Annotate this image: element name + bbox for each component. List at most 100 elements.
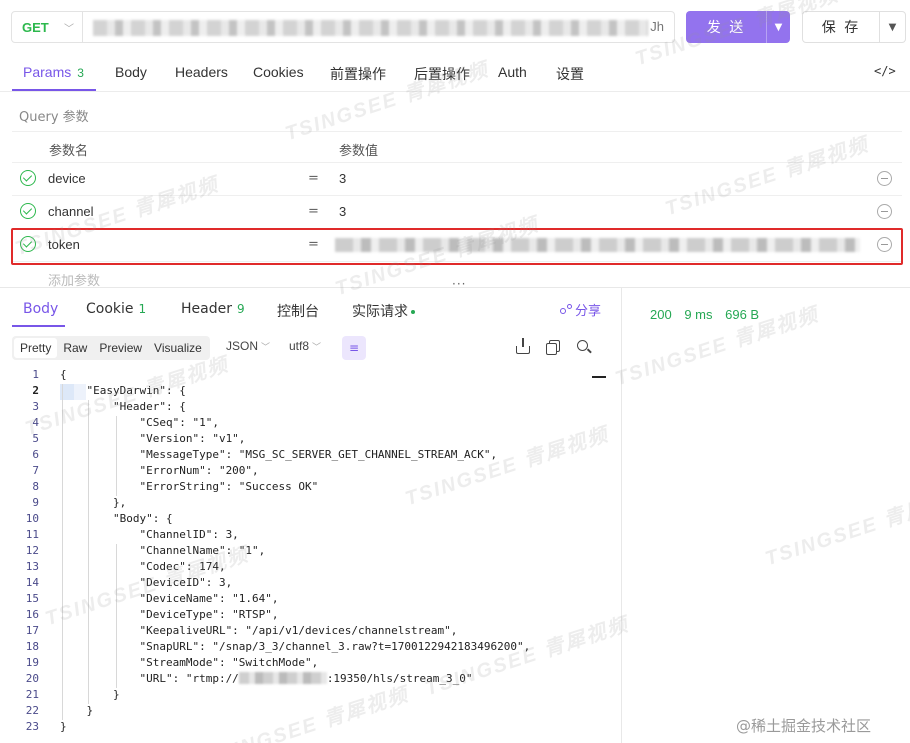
param-value[interactable]: 3: [339, 171, 346, 186]
send-dropdown-button[interactable]: ▼: [766, 11, 790, 43]
line-number: 11: [25, 528, 39, 541]
watermark: TSINGSEE 青犀视频: [762, 483, 910, 571]
format-pretty-button[interactable]: Pretty: [14, 338, 58, 358]
response-size: 696 B: [725, 307, 760, 322]
line-number: 10: [25, 512, 39, 525]
format-visualize-button[interactable]: Visualize: [148, 338, 208, 358]
tab-count: 1: [138, 302, 147, 316]
code-text: "DeviceType": "RTSP",: [60, 608, 279, 621]
params-table-header: 参数名 参数值: [12, 131, 902, 163]
scrollbar[interactable]: [592, 376, 606, 378]
share-label: 分享: [575, 304, 602, 319]
equals-sign: =: [308, 204, 319, 219]
save-dropdown-button[interactable]: ▼: [880, 11, 906, 43]
code-line: 18 "SnapURL": "/snap/3_3/channel_3.raw?t…: [0, 640, 608, 656]
resp-tab-console[interactable]: 控制台: [277, 301, 319, 321]
line-number: 14: [25, 576, 39, 589]
tab-params[interactable]: Params 3: [23, 64, 84, 80]
code-line: 3 "Header": {: [0, 400, 608, 416]
code-text: "Body": {: [60, 512, 173, 525]
response-time: 9 ms: [684, 307, 713, 322]
query-params-heading: Query 参数: [19, 110, 89, 125]
encoding-label: utf8: [289, 339, 310, 353]
code-line: 22 }: [0, 704, 608, 720]
line-number: 2: [32, 384, 39, 397]
format-raw-button[interactable]: Raw: [57, 338, 93, 358]
resp-tab-cookie[interactable]: Cookie 1: [86, 301, 146, 317]
tab-auth[interactable]: Auth: [498, 64, 527, 80]
code-text: "ChannelName": "1",: [60, 544, 266, 557]
tab-label: Cookie: [86, 301, 134, 317]
code-line: 6 "MessageType": "MSG_SC_SERVER_GET_CHAN…: [0, 448, 608, 464]
save-button[interactable]: 保 存: [802, 11, 880, 43]
resp-tab-body[interactable]: Body: [23, 301, 58, 317]
line-number: 1: [32, 368, 39, 381]
checkbox-icon[interactable]: [20, 170, 36, 186]
code-text: "URL": "rtmp://:19350/hls/stream_3_0": [60, 672, 473, 685]
line-number: 9: [32, 496, 39, 509]
tab-body[interactable]: Body: [115, 64, 147, 80]
line-number: 13: [25, 560, 39, 573]
line-number: 20: [25, 672, 39, 685]
tab-pre-operations[interactable]: 前置操作: [330, 64, 386, 84]
resp-tab-actual-request[interactable]: 实际请求: [352, 301, 415, 321]
chevron-down-icon: ﹀: [312, 342, 322, 352]
param-row-device: device = 3: [12, 163, 902, 196]
response-code-editor[interactable]: 1{2 "EasyDarwin": {3 "Header": {4 "CSeq"…: [0, 367, 608, 743]
encoding-select[interactable]: utf8 ﹀: [289, 339, 321, 353]
download-icon[interactable]: [516, 338, 530, 354]
code-line: 13 "Codec": 174,: [0, 560, 608, 576]
column-header-name: 参数名: [49, 144, 89, 159]
chevron-down-icon: ▼: [888, 21, 897, 33]
tab-label: Params: [23, 64, 72, 80]
method-select[interactable]: GET ﹀: [11, 11, 83, 43]
code-line: 14 "DeviceID": 3,: [0, 576, 608, 592]
response-stats: 200 9 ms 696 B: [650, 307, 768, 322]
language-select[interactable]: JSON ﹀: [226, 339, 270, 353]
remove-icon[interactable]: [877, 171, 892, 186]
code-text: }: [60, 720, 67, 733]
url-input[interactable]: Jh: [83, 11, 675, 43]
request-tabs: Params 3 Body Headers Cookies 前置操作 后置操作 A…: [0, 52, 910, 92]
line-number: 6: [32, 448, 39, 461]
send-button[interactable]: 发 送: [686, 11, 766, 43]
line-number: 17: [25, 624, 39, 637]
format-preview-button[interactable]: Preview: [93, 338, 148, 358]
code-line: 16 "DeviceType": "RTSP",: [0, 608, 608, 624]
code-line: 9 },: [0, 496, 608, 512]
tab-count: 9: [236, 302, 245, 316]
site-watermark: @稀土掘金技术社区: [736, 717, 872, 735]
tab-post-operations[interactable]: 后置操作: [414, 64, 470, 84]
param-name[interactable]: device: [48, 171, 86, 186]
copy-icon[interactable]: [546, 340, 560, 355]
param-name[interactable]: channel: [48, 204, 94, 219]
code-text: "EasyDarwin": {: [60, 384, 186, 397]
wrap-lines-icon[interactable]: ≡: [342, 336, 366, 360]
code-text: "Codec": 174,: [60, 560, 226, 573]
chevron-down-icon: ▼: [774, 21, 783, 33]
line-number: 5: [32, 432, 39, 445]
line-number: 12: [25, 544, 39, 557]
tab-settings[interactable]: 设置: [556, 64, 584, 84]
share-button[interactable]: 分享: [560, 300, 601, 319]
code-text: "StreamMode": "SwitchMode",: [60, 656, 319, 669]
url-redacted: [93, 20, 648, 36]
param-value[interactable]: 3: [339, 204, 346, 219]
search-icon[interactable]: [577, 340, 591, 354]
tab-headers[interactable]: Headers: [175, 64, 228, 80]
code-line: 20 "URL": "rtmp://:19350/hls/stream_3_0": [0, 672, 608, 688]
tab-cookies[interactable]: Cookies: [253, 64, 304, 80]
response-panel: Body Cookie 1 Header 9 控制台 实际请求 分享 Pretty …: [0, 288, 622, 743]
line-number: 18: [25, 640, 39, 653]
remove-icon[interactable]: [877, 204, 892, 219]
code-view-icon[interactable]: </>: [874, 64, 896, 78]
code-text: }: [60, 688, 120, 701]
code-line: 15 "DeviceName": "1.64",: [0, 592, 608, 608]
tab-count: 3: [77, 66, 84, 80]
resp-tab-header[interactable]: Header 9: [181, 301, 245, 317]
method-label: GET: [22, 19, 49, 35]
checkbox-icon[interactable]: [20, 203, 36, 219]
active-tab-indicator: [12, 89, 96, 91]
url-tail-text: Jh: [650, 19, 664, 34]
code-line: 17 "KeepaliveURL": "/api/v1/devices/chan…: [0, 624, 608, 640]
